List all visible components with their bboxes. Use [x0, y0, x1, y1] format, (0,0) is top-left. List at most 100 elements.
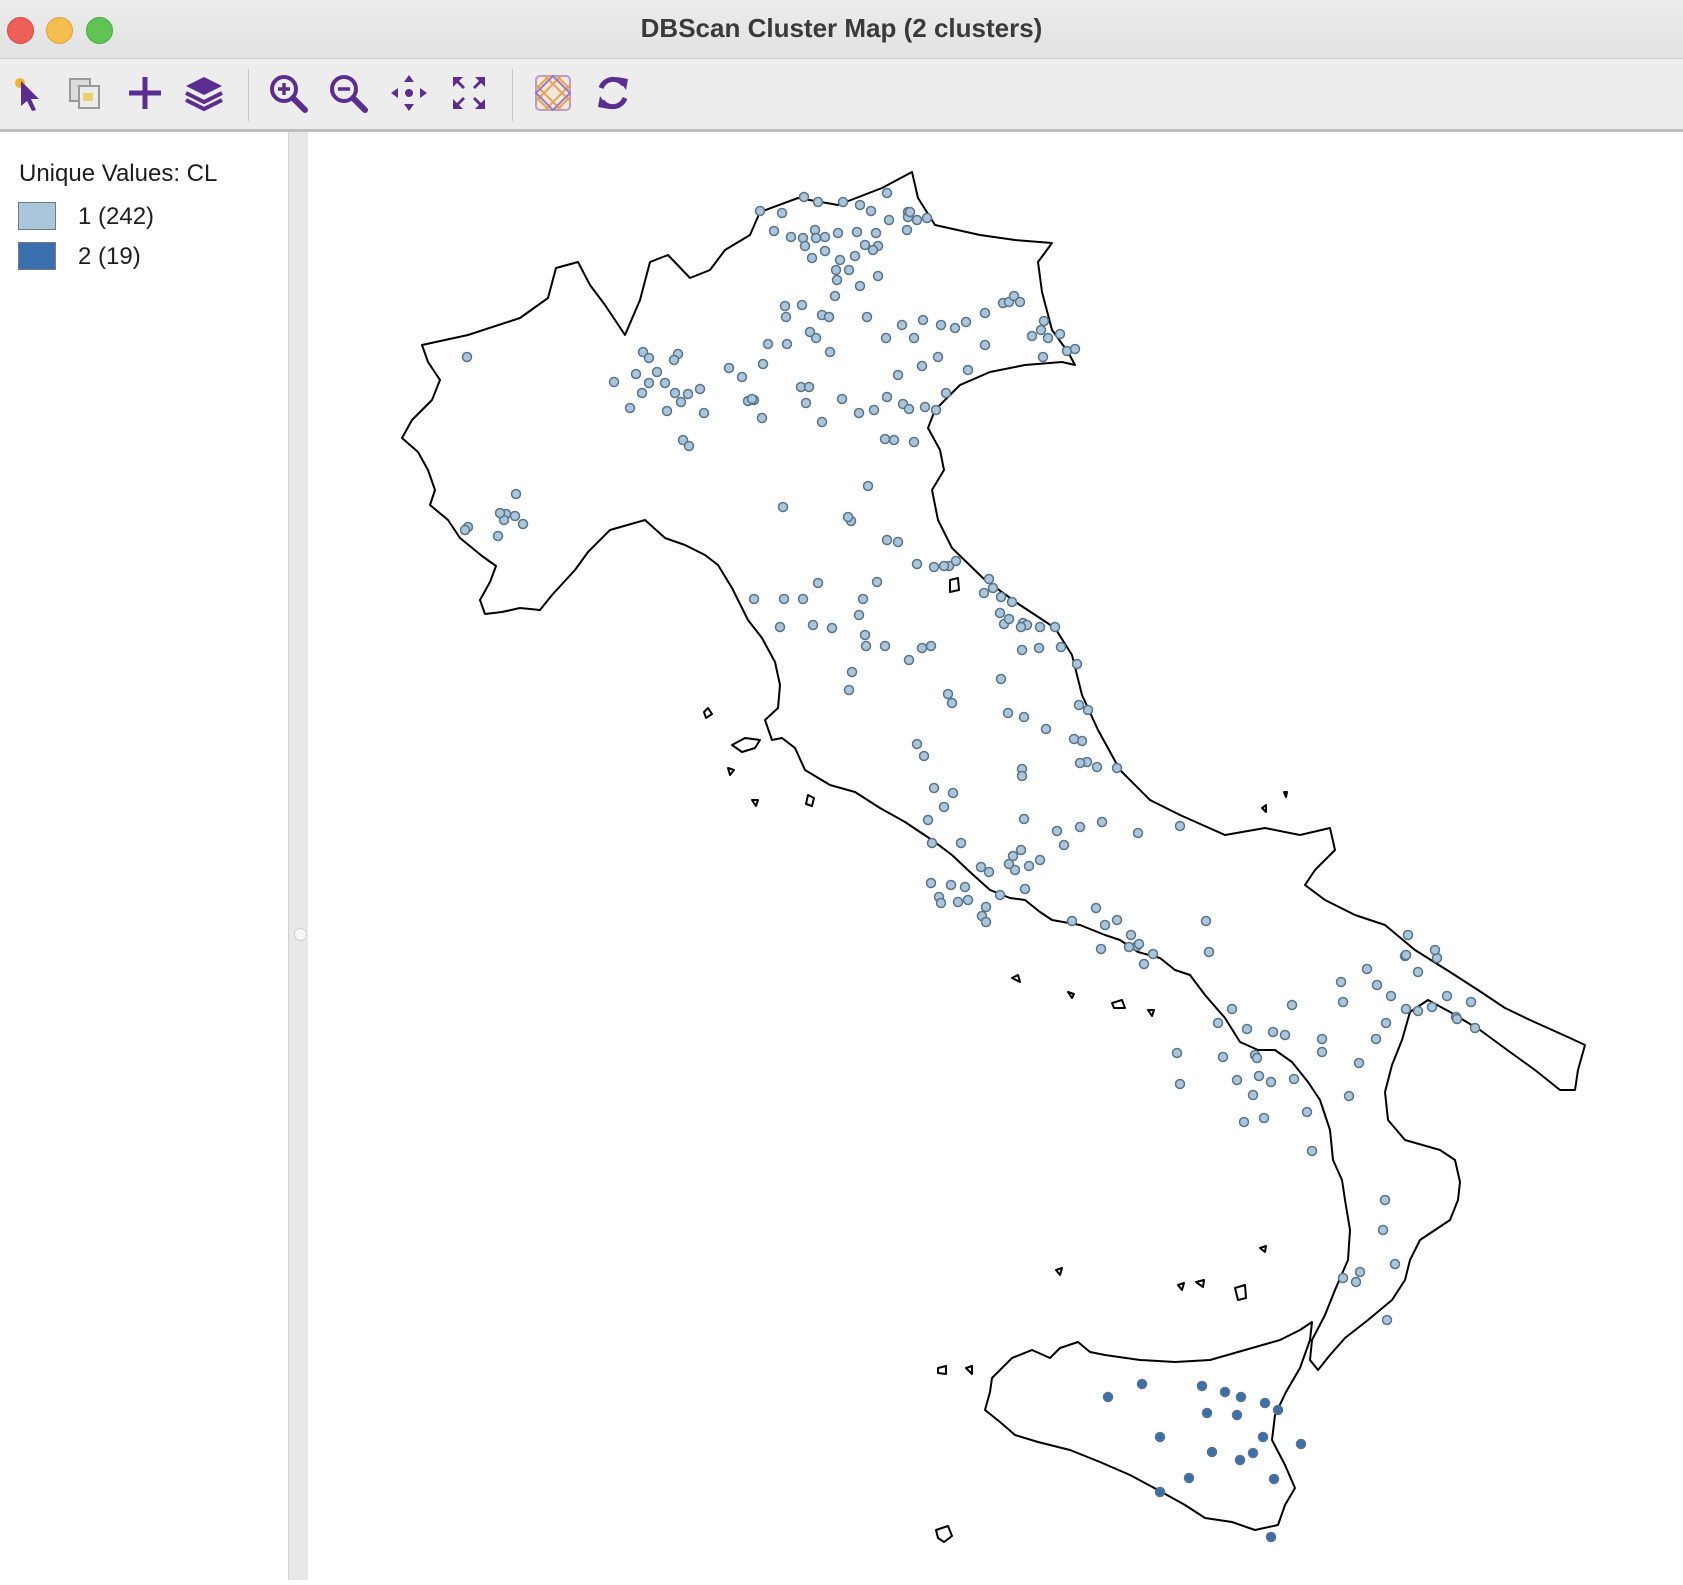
cluster-1-point[interactable]	[888, 434, 900, 446]
cluster-1-point[interactable]	[1018, 813, 1030, 825]
cluster-1-point[interactable]	[860, 640, 872, 652]
cluster-1-point[interactable]	[925, 877, 937, 889]
cluster-1-point[interactable]	[1042, 332, 1054, 344]
cluster-1-point[interactable]	[1267, 1026, 1279, 1038]
cluster-1-point[interactable]	[960, 316, 972, 328]
cluster-1-point[interactable]	[1335, 976, 1347, 988]
cluster-2-point[interactable]	[1196, 1380, 1208, 1392]
cluster-1-point[interactable]	[636, 387, 648, 399]
cluster-1-point[interactable]	[754, 205, 766, 217]
cluster-1-point[interactable]	[853, 609, 865, 621]
cluster-1-point[interactable]	[812, 196, 824, 208]
cluster-1-point[interactable]	[1051, 825, 1063, 837]
cluster-1-point[interactable]	[1026, 330, 1038, 342]
cluster-1-point[interactable]	[994, 889, 1006, 901]
cluster-1-point[interactable]	[1091, 761, 1103, 773]
cluster-1-point[interactable]	[947, 787, 959, 799]
cluster-1-point[interactable]	[1441, 990, 1453, 1002]
basemap-button[interactable]	[530, 70, 576, 116]
cluster-1-point[interactable]	[1033, 642, 1045, 654]
zoom-out-button[interactable]	[325, 70, 371, 116]
cluster-2-point[interactable]	[1268, 1473, 1280, 1485]
cluster-1-point[interactable]	[928, 782, 940, 794]
cluster-1-point[interactable]	[865, 205, 877, 217]
cluster-1-point[interactable]	[517, 518, 529, 530]
cluster-1-point[interactable]	[916, 642, 928, 654]
cluster-1-point[interactable]	[904, 206, 916, 218]
cluster-1-point[interactable]	[1147, 948, 1159, 960]
cluster-1-point[interactable]	[911, 214, 923, 226]
cluster-2-point[interactable]	[1235, 1391, 1247, 1403]
cluster-1-point[interactable]	[768, 225, 780, 237]
cluster-1-point[interactable]	[1074, 821, 1086, 833]
cluster-1-point[interactable]	[831, 274, 843, 286]
cluster-1-point[interactable]	[1385, 990, 1397, 1002]
cluster-1-point[interactable]	[903, 403, 915, 415]
cluster-1-point[interactable]	[911, 738, 923, 750]
cluster-1-point[interactable]	[1400, 949, 1412, 961]
cluster-1-point[interactable]	[777, 501, 789, 513]
cluster-1-point[interactable]	[854, 199, 866, 211]
cluster-1-point[interactable]	[983, 573, 995, 585]
cluster-1-point[interactable]	[837, 196, 849, 208]
cluster-1-point[interactable]	[1241, 1023, 1253, 1035]
cluster-1-point[interactable]	[461, 351, 473, 363]
cluster-1-point[interactable]	[851, 226, 863, 238]
cluster-1-point[interactable]	[1212, 1017, 1224, 1029]
cluster-1-point[interactable]	[1265, 1076, 1277, 1088]
cluster-1-point[interactable]	[1014, 296, 1026, 308]
cluster-1-point[interactable]	[946, 697, 958, 709]
cluster-1-point[interactable]	[918, 750, 930, 762]
cluster-1-point[interactable]	[978, 587, 990, 599]
cluster-1-point[interactable]	[952, 896, 964, 908]
cluster-1-point[interactable]	[1090, 902, 1102, 914]
cluster-1-point[interactable]	[1402, 929, 1414, 941]
cluster-1-point[interactable]	[510, 488, 522, 500]
cluster-1-point[interactable]	[1465, 996, 1477, 1008]
cluster-1-point[interactable]	[932, 351, 944, 363]
map-canvas[interactable]	[308, 132, 1683, 1580]
cluster-1-point[interactable]	[922, 814, 934, 826]
cluster-1-point[interactable]	[1469, 1022, 1481, 1034]
cluster-1-point[interactable]	[854, 280, 866, 292]
cluster-1-point[interactable]	[778, 593, 790, 605]
cluster-1-point[interactable]	[624, 402, 636, 414]
cluster-1-point[interactable]	[826, 622, 838, 634]
cluster-1-point[interactable]	[1096, 816, 1108, 828]
cluster-2-point[interactable]	[1154, 1486, 1166, 1498]
cluster-1-point[interactable]	[1343, 1090, 1355, 1102]
cluster-1-point[interactable]	[959, 881, 971, 893]
cluster-2-point[interactable]	[1201, 1407, 1213, 1419]
cluster-1-point[interactable]	[1082, 704, 1094, 716]
cluster-1-point[interactable]	[780, 311, 792, 323]
full-extent-button[interactable]	[446, 70, 492, 116]
cluster-1-point[interactable]	[1095, 943, 1107, 955]
cluster-1-point[interactable]	[1023, 860, 1035, 872]
cluster-1-point[interactable]	[807, 619, 819, 631]
cluster-1-point[interactable]	[983, 866, 995, 878]
cluster-1-point[interactable]	[823, 311, 835, 323]
cluster-1-point[interactable]	[1018, 711, 1030, 723]
cluster-1-point[interactable]	[1016, 770, 1028, 782]
cluster-2-point[interactable]	[1219, 1386, 1231, 1398]
cluster-1-point[interactable]	[781, 338, 793, 350]
cluster-1-point[interactable]	[859, 629, 871, 641]
cluster-1-point[interactable]	[1037, 351, 1049, 363]
copy-map-button[interactable]	[62, 70, 108, 116]
zoom-in-button[interactable]	[265, 70, 311, 116]
cluster-1-point[interactable]	[1099, 919, 1111, 931]
cluster-1-point[interactable]	[1451, 1013, 1463, 1025]
cluster-1-point[interactable]	[776, 207, 788, 219]
cluster-1-point[interactable]	[1123, 941, 1135, 953]
cluster-1-point[interactable]	[908, 436, 920, 448]
cluster-1-point[interactable]	[962, 894, 974, 906]
cluster-1-point[interactable]	[1069, 343, 1081, 355]
cluster-1-point[interactable]	[849, 250, 861, 262]
cluster-1-point[interactable]	[669, 387, 681, 399]
cluster-1-point[interactable]	[901, 224, 913, 236]
cluster-1-point[interactable]	[921, 212, 933, 224]
cluster-1-point[interactable]	[950, 555, 962, 567]
cluster-1-point[interactable]	[942, 688, 954, 700]
cluster-1-point[interactable]	[995, 673, 1007, 685]
cluster-1-point[interactable]	[736, 371, 748, 383]
